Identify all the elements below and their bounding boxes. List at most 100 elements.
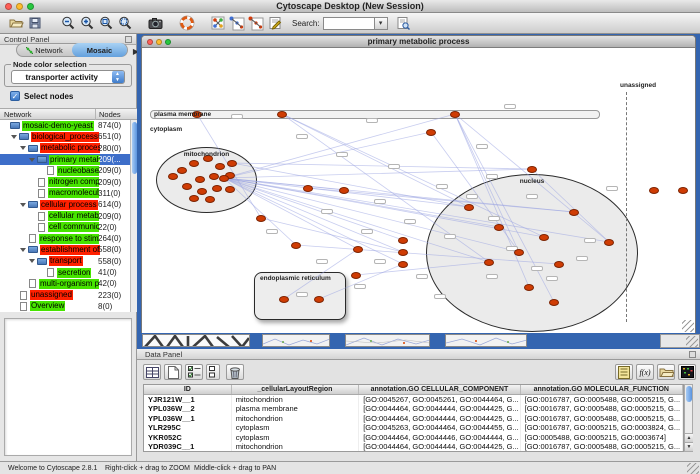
- tree-row[interactable]: biological_process651(0): [0, 131, 130, 142]
- background-window-fragment[interactable]: [142, 334, 250, 347]
- network-node[interactable]: [197, 188, 207, 195]
- network-window-titlebar[interactable]: primary metabolic process: [142, 36, 695, 48]
- network-node[interactable]: [279, 296, 289, 303]
- network-node[interactable]: [604, 239, 614, 246]
- table-row[interactable]: YJR121W__1mitochondrion[GO:0045267, GO:0…: [144, 395, 683, 404]
- network-node[interactable]: [177, 167, 187, 174]
- network-node[interactable]: [398, 261, 408, 268]
- import-attributes-icon[interactable]: [657, 364, 675, 380]
- network-node[interactable]: [527, 166, 537, 173]
- attribute-matrix-icon[interactable]: [678, 364, 696, 380]
- tree-expand-arrow-icon[interactable]: [20, 146, 26, 150]
- network-node[interactable]: [219, 175, 229, 182]
- network-node[interactable]: [205, 196, 215, 203]
- unselect-attributes-icon[interactable]: [206, 364, 220, 380]
- attribute-browser-mode-icon[interactable]: [143, 364, 161, 380]
- network-node[interactable]: [195, 176, 205, 183]
- table-column-header[interactable]: _cellularLayoutRegion: [232, 385, 360, 394]
- tree-row[interactable]: mosaic-demo-yeast874(0): [0, 120, 130, 131]
- network-view-window[interactable]: primary metabolic process plasma membran…: [141, 35, 696, 333]
- float-panel-icon[interactable]: [125, 36, 132, 43]
- search-dropdown-arrow-icon[interactable]: ▾: [375, 17, 388, 30]
- table-scrollbar-thumb[interactable]: [686, 386, 692, 402]
- tree-row[interactable]: Overview8(0): [0, 301, 130, 312]
- tree-expand-arrow-icon[interactable]: [29, 259, 35, 263]
- table-row[interactable]: YPL036W__1mitochondrion[GO:0044464, GO:0…: [144, 414, 683, 423]
- network-node[interactable]: [256, 215, 266, 222]
- new-network-view-icon[interactable]: [227, 14, 246, 33]
- network-window-resize-grip[interactable]: [682, 320, 694, 332]
- select-attributes-icon[interactable]: [185, 364, 203, 380]
- network-node[interactable]: [678, 187, 688, 194]
- network-node[interactable]: [182, 183, 192, 190]
- formula-builder-icon[interactable]: f(x): [636, 364, 654, 380]
- tree-expand-arrow-icon[interactable]: [20, 248, 26, 252]
- tree-row[interactable]: secretion41(0): [0, 267, 130, 278]
- network-node[interactable]: [227, 160, 237, 167]
- network-node[interactable]: [549, 299, 559, 306]
- tree-scrollbar-thumb[interactable]: [132, 122, 137, 174]
- app-resize-grip[interactable]: [687, 463, 699, 474]
- tree-row[interactable]: macromolecule311(0): [0, 188, 130, 199]
- node-color-dropdown[interactable]: transporter activity ▲▼: [11, 70, 125, 84]
- zoom-in-icon[interactable]: [77, 14, 96, 33]
- network-node[interactable]: [569, 209, 579, 216]
- network-node[interactable]: [514, 249, 524, 256]
- tree-row[interactable]: cell communicat22(0): [0, 222, 130, 233]
- background-window-fragment[interactable]: [262, 334, 330, 347]
- network-node[interactable]: [398, 249, 408, 256]
- table-row[interactable]: YKR052Ccytoplasm[GO:0044464, GO:0044446,…: [144, 433, 683, 442]
- table-row[interactable]: YDR039C__1mitochondrion[GO:0044464, GO:0…: [144, 442, 683, 451]
- zoom-fit-icon[interactable]: [96, 14, 115, 33]
- network-node[interactable]: [426, 129, 436, 136]
- tree-row[interactable]: multi-organism pro42(0): [0, 278, 130, 289]
- network-node[interactable]: [649, 187, 659, 194]
- table-column-header[interactable]: annotation.GO CELLULAR_COMPONENT: [359, 385, 520, 394]
- desktop-resize-grip[interactable]: [686, 336, 698, 348]
- network-node[interactable]: [539, 234, 549, 241]
- tree-row[interactable]: transport558(0): [0, 256, 130, 267]
- first-neighbors-icon[interactable]: [208, 14, 227, 33]
- search-options-icon[interactable]: [394, 14, 413, 33]
- network-canvas[interactable]: plasma membranecytoplasmmitochondrionnuc…: [142, 48, 695, 333]
- save-session-button[interactable]: [25, 14, 44, 33]
- network-node[interactable]: [484, 259, 494, 266]
- tree-row[interactable]: establishment of lo558(0): [0, 244, 130, 255]
- annotation-tool-icon[interactable]: [265, 14, 284, 33]
- network-node[interactable]: [398, 237, 408, 244]
- tree-expand-arrow-icon[interactable]: [29, 158, 35, 162]
- tree-row[interactable]: cellular process614(0): [0, 199, 130, 210]
- table-column-header[interactable]: ID: [144, 385, 232, 394]
- network-node[interactable]: [314, 296, 324, 303]
- network-node[interactable]: [450, 111, 460, 118]
- data-panel-float-icon[interactable]: [689, 351, 696, 358]
- table-row[interactable]: YLR295Ccytoplasm[GO:0045263, GO:0044464,…: [144, 423, 683, 432]
- network-node[interactable]: [225, 186, 235, 193]
- open-file-button[interactable]: [6, 14, 25, 33]
- new-attribute-icon[interactable]: [164, 364, 182, 380]
- tree-column-nodes[interactable]: Nodes: [99, 110, 121, 119]
- network-node[interactable]: [554, 261, 564, 268]
- network-node[interactable]: [303, 185, 313, 192]
- background-window-fragment[interactable]: [445, 334, 527, 347]
- network-node[interactable]: [189, 195, 199, 202]
- network-node[interactable]: [353, 246, 363, 253]
- tree-expand-arrow-icon[interactable]: [20, 203, 26, 207]
- scroll-up-icon[interactable]: ▲: [685, 433, 693, 442]
- tree-row[interactable]: metabolic process280(0): [0, 143, 130, 154]
- tree-row[interactable]: nitrogen compo209(0): [0, 176, 130, 187]
- table-scrollbar[interactable]: ▲ ▼: [684, 384, 693, 452]
- search-input[interactable]: [323, 17, 375, 30]
- help-lifebuoy-icon[interactable]: [177, 14, 196, 33]
- network-node[interactable]: [291, 242, 301, 249]
- network-node[interactable]: [351, 272, 361, 279]
- network-node[interactable]: [212, 185, 222, 192]
- network-node[interactable]: [168, 173, 178, 180]
- tab-network[interactable]: Network: [17, 43, 72, 57]
- tab-mosaic[interactable]: Mosaic: [72, 43, 127, 57]
- network-node[interactable]: [494, 224, 504, 231]
- snapshot-camera-icon[interactable]: [146, 14, 165, 33]
- delete-attribute-icon[interactable]: [226, 364, 244, 380]
- network-node[interactable]: [339, 187, 349, 194]
- network-node[interactable]: [189, 160, 199, 167]
